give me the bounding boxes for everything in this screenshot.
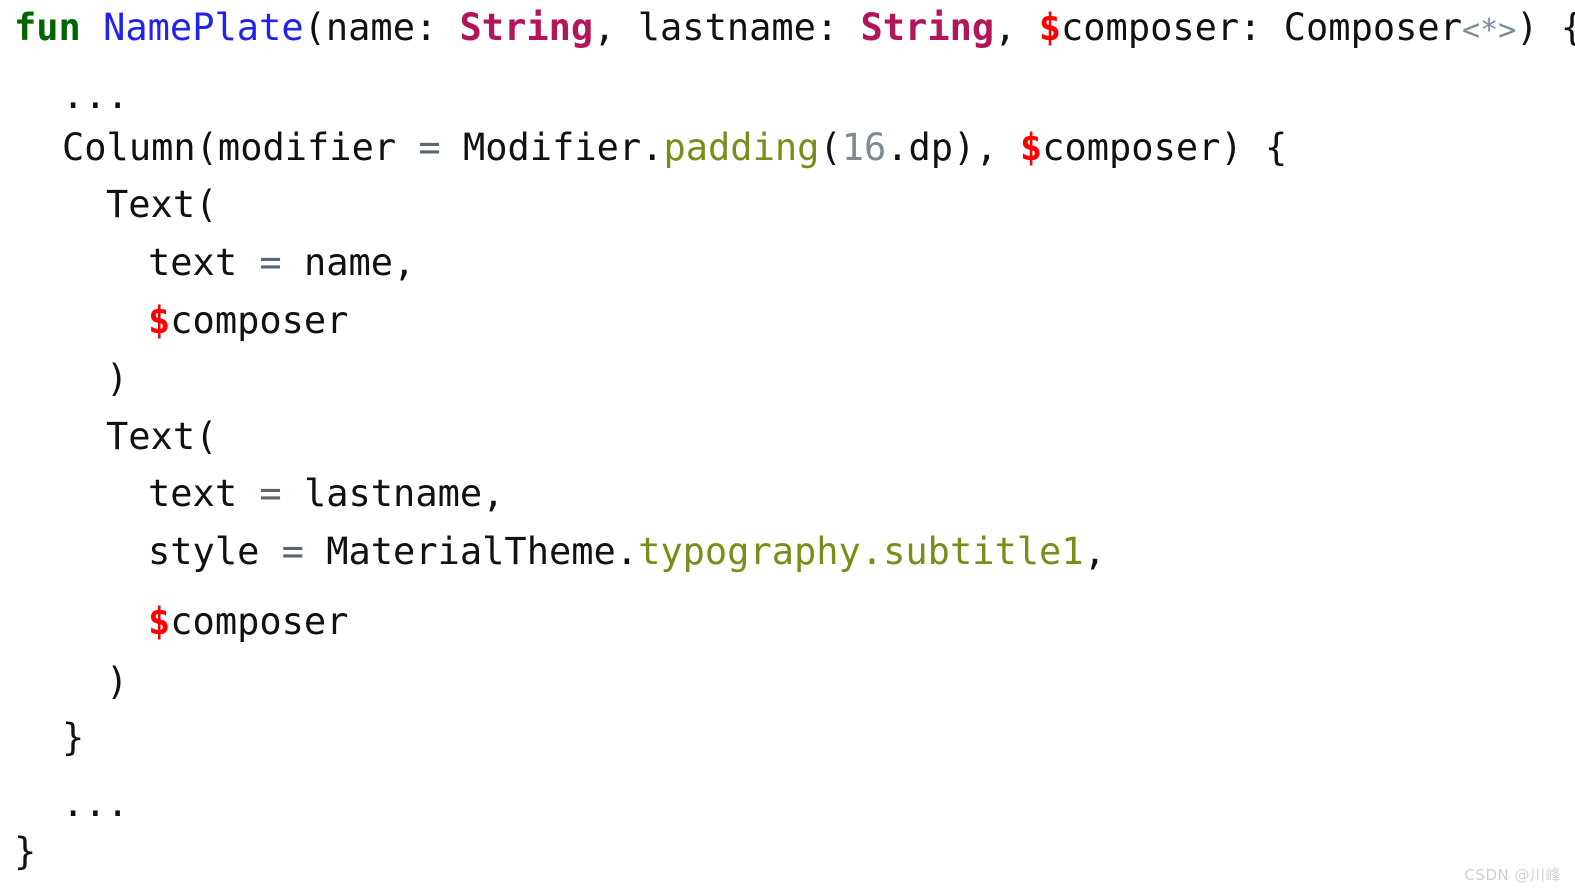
code-token-dots: ... (62, 74, 129, 117)
code-token-type: String (860, 6, 995, 49)
code-token-plain: ) { (1516, 6, 1575, 49)
code-token-dollar: $ (148, 299, 171, 342)
code-token-plain: Text( (106, 183, 218, 226)
code-token-plain: , (1083, 530, 1106, 573)
code-line: $composer (0, 602, 349, 642)
code-token-dollar: $ (1019, 126, 1043, 169)
code-token-plain: text (148, 472, 260, 515)
code-token-dollar: $ (1038, 6, 1061, 49)
code-token-plain: Text( (106, 415, 218, 458)
code-token-plain: text (148, 241, 260, 284)
code-line: Column(modifier = Modifier.padding(16.dp… (0, 128, 1287, 168)
code-line: style = MaterialTheme.typography.subtitl… (0, 532, 1106, 572)
code-token-plain: composer (170, 299, 349, 342)
code-token-plain: name, (281, 241, 416, 284)
code-token-op: = (259, 241, 282, 284)
csdn-watermark: CSDN @川峰 (1464, 866, 1561, 884)
code-token-plain: MaterialTheme. (303, 530, 639, 573)
code-line: Text( (0, 185, 217, 225)
code-snippet-container: fun NamePlate(name: String, lastname: St… (0, 0, 1575, 893)
code-token-op: = (418, 126, 441, 169)
code-token-plain: .dp), (886, 126, 1020, 169)
code-token-number: 16 (841, 126, 887, 169)
code-line: fun NamePlate(name: String, lastname: St… (0, 8, 1575, 51)
code-token-plain: Column(modifier (62, 126, 419, 169)
code-token-plain: composer (170, 600, 349, 643)
code-token-plain: } (14, 830, 37, 873)
code-token-plain: style (148, 530, 282, 573)
code-token-plain: } (62, 716, 85, 759)
code-line: $composer (0, 301, 349, 341)
code-line: ... (0, 76, 129, 116)
code-line: ) (0, 359, 128, 399)
code-token-generic: <*> (1461, 13, 1517, 48)
code-token-plain: ) (106, 660, 129, 703)
code-line: text = name, (0, 243, 415, 283)
code-token-dollar: $ (148, 600, 171, 643)
code-line: text = lastname, (0, 474, 504, 514)
code-token-op: = (259, 472, 282, 515)
code-token-plain: lastname, (281, 472, 505, 515)
code-token-dots: ... (62, 782, 129, 825)
code-token-plain: , lastname: (593, 6, 861, 49)
code-token-plain: (name: (303, 6, 460, 49)
code-token-plain: ( (819, 126, 842, 169)
code-line: ... (0, 784, 129, 824)
code-token-fnname: NamePlate (103, 6, 304, 49)
code-token-plain: composer: Composer (1061, 6, 1462, 49)
code-line: } (0, 718, 84, 758)
code-token-plain: , (994, 6, 1039, 49)
code-token-prop: padding (663, 126, 820, 169)
code-token-prop: typography.subtitle1 (638, 530, 1084, 573)
code-token-plain: composer) { (1042, 126, 1288, 169)
code-token-op: = (281, 530, 304, 573)
code-line: ) (0, 662, 128, 702)
code-token-plain: ) (106, 357, 129, 400)
code-token-keyword: fun (14, 6, 81, 49)
code-line: } (0, 832, 36, 872)
code-line: Text( (0, 417, 217, 457)
code-token-type: String (459, 6, 594, 49)
code-token-plain: Modifier. (440, 126, 664, 169)
